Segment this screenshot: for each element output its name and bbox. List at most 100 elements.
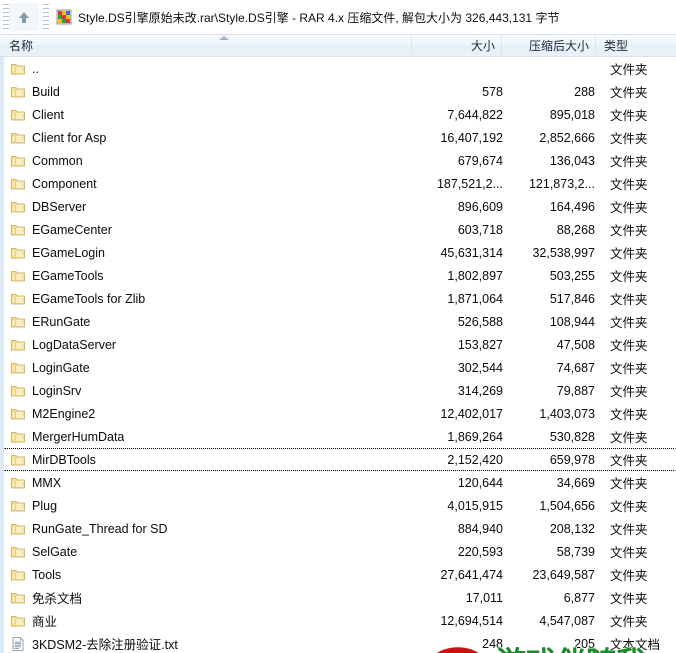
- cell-type: 文件夹: [610, 270, 648, 284]
- column-header-type[interactable]: 类型: [596, 35, 676, 56]
- cell-type: 文件夹: [610, 500, 648, 514]
- file-list-rows: .. 文件夹 Build 578 288 文件夹 Client 7,644,822 895,01…: [4, 57, 676, 653]
- table-row[interactable]: MMX 120,644 34,669 文件夹: [4, 471, 676, 494]
- cell-packed-size: 6,877: [563, 590, 595, 605]
- table-row[interactable]: MirDBTools 2,152,420 659,978 文件夹: [4, 448, 676, 471]
- cell-type: 文件夹: [610, 546, 648, 560]
- cell-packed-size: 659,978: [549, 452, 595, 467]
- cell-size: 578: [482, 84, 503, 99]
- cell-name: ..: [5, 58, 417, 79]
- table-row[interactable]: 3KDSM2-去除注册验证.txt 248 205 文本文档: [4, 632, 676, 653]
- folder-icon: [10, 199, 26, 215]
- cell-type: 文件夹: [610, 385, 648, 399]
- cell-packed-size: 205: [574, 636, 595, 651]
- folder-icon: [10, 613, 26, 629]
- cell-size: 896,609: [457, 199, 503, 214]
- file-name-label: SelGate: [32, 544, 78, 559]
- column-header-size[interactable]: 大小: [412, 35, 502, 56]
- folder-icon: [10, 176, 26, 192]
- column-header-name[interactable]: 名称: [0, 35, 412, 56]
- folder-icon: [10, 107, 26, 123]
- table-row[interactable]: LoginSrv 314,269 79,887 文件夹: [4, 379, 676, 402]
- cell-name: Plug: [5, 495, 417, 516]
- file-name-label: RunGate_Thread for SD: [32, 521, 168, 536]
- folder-icon: [10, 268, 26, 284]
- file-name-label: M2Engine2: [32, 406, 96, 421]
- file-name-label: 商业: [32, 615, 58, 629]
- table-row[interactable]: Component 187,521,2... 121,873,2... 文件夹: [4, 172, 676, 195]
- column-header-packed-size[interactable]: 压缩后大小: [502, 35, 596, 56]
- cell-name: RunGate_Thread for SD: [5, 518, 417, 539]
- table-row[interactable]: MergerHumData 1,869,264 530,828 文件夹: [4, 425, 676, 448]
- cell-packed-size: 74,687: [556, 360, 595, 375]
- winrar-icon: [56, 9, 72, 25]
- table-row[interactable]: Build 578 288 文件夹: [4, 80, 676, 103]
- cell-packed-size: [507, 58, 601, 79]
- table-row[interactable]: 免杀文档 17,011 6,877 文件夹: [4, 586, 676, 609]
- table-row[interactable]: Client 7,644,822 895,018 文件夹: [4, 103, 676, 126]
- file-name-label: ..: [32, 61, 39, 76]
- table-row[interactable]: Plug 4,015,915 1,504,656 文件夹: [4, 494, 676, 517]
- cell-type: 文件夹: [610, 431, 648, 445]
- cell-name: 商业: [5, 610, 417, 631]
- address-bar-grip[interactable]: [43, 4, 49, 30]
- cell-type: 文件夹: [610, 477, 648, 491]
- table-row[interactable]: DBServer 896,609 164,496 文件夹: [4, 195, 676, 218]
- cell-packed-size: 4,547,087: [539, 613, 595, 628]
- folder-icon: [10, 314, 26, 330]
- cell-size: 1,871,064: [447, 291, 503, 306]
- table-row[interactable]: EGameCenter 603,718 88,268 文件夹: [4, 218, 676, 241]
- cell-packed-size: 34,669: [556, 475, 595, 490]
- cell-name: EGameTools for Zlib: [5, 288, 417, 309]
- table-row[interactable]: Common 679,674 136,043 文件夹: [4, 149, 676, 172]
- table-row[interactable]: Tools 27,641,474 23,649,587 文件夹: [4, 563, 676, 586]
- table-row[interactable]: SelGate 220,593 58,739 文件夹: [4, 540, 676, 563]
- table-row[interactable]: Client for Asp 16,407,192 2,852,666 文件夹: [4, 126, 676, 149]
- cell-packed-size: 79,887: [556, 383, 595, 398]
- file-name-label: MergerHumData: [32, 429, 125, 444]
- folder-icon: [10, 406, 26, 422]
- table-row[interactable]: EGameTools for Zlib 1,871,064 517,846 文件夹: [4, 287, 676, 310]
- folder-icon: [10, 590, 26, 606]
- cell-type: 文件夹: [610, 569, 648, 583]
- cell-packed-size: 58,739: [556, 544, 595, 559]
- cell-name: ERunGate: [5, 311, 417, 332]
- cell-type: 文件夹: [610, 109, 648, 123]
- table-row[interactable]: RunGate_Thread for SD 884,940 208,132 文件夹: [4, 517, 676, 540]
- cell-name: Build: [5, 81, 417, 102]
- file-name-label: Tools: [32, 567, 62, 582]
- file-name-label: Plug: [32, 498, 58, 513]
- folder-icon: [10, 521, 26, 537]
- toolbar: Style.DS引擎原始未改.rar\Style.DS引擎 - RAR 4.x …: [0, 0, 676, 35]
- address-text: Style.DS引擎原始未改.rar\Style.DS引擎 - RAR 4.x …: [78, 10, 560, 25]
- table-row[interactable]: EGameLogin 45,631,314 32,538,997 文件夹: [4, 241, 676, 264]
- cell-name: Common: [5, 150, 417, 171]
- cell-packed-size: 517,846: [549, 291, 595, 306]
- cell-name: Client for Asp: [5, 127, 417, 148]
- table-row[interactable]: LoginGate 302,544 74,687 文件夹: [4, 356, 676, 379]
- cell-type: 文件夹: [610, 362, 648, 376]
- cell-size: 248: [482, 636, 503, 651]
- cell-size: 1,802,897: [447, 268, 503, 283]
- table-row[interactable]: ERunGate 526,588 108,944 文件夹: [4, 310, 676, 333]
- cell-packed-size: 32,538,997: [532, 245, 595, 260]
- cell-size: 1,869,264: [447, 429, 503, 444]
- table-row[interactable]: 商业 12,694,514 4,547,087 文件夹: [4, 609, 676, 632]
- cell-packed-size: 2,852,666: [539, 130, 595, 145]
- cell-size: [417, 58, 507, 79]
- table-row[interactable]: M2Engine2 12,402,017 1,403,073 文件夹: [4, 402, 676, 425]
- address-bar[interactable]: Style.DS引擎原始未改.rar\Style.DS引擎 - RAR 4.x …: [51, 4, 676, 30]
- file-list[interactable]: .. 文件夹 Build 578 288 文件夹 Client 7,644,822 895,01…: [0, 57, 676, 653]
- file-name-label: 3KDSM2-去除注册验证.txt: [32, 638, 178, 652]
- table-row[interactable]: EGameTools 1,802,897 503,255 文件夹: [4, 264, 676, 287]
- cell-size: 12,402,017: [440, 406, 503, 421]
- up-one-level-button[interactable]: [9, 3, 39, 31]
- cell-type: 文件夹: [610, 592, 648, 606]
- column-header-type-label: 类型: [604, 39, 629, 53]
- folder-icon: [10, 130, 26, 146]
- cell-name: 3KDSM2-去除注册验证.txt: [5, 633, 417, 653]
- table-row[interactable]: LogDataServer 153,827 47,508 文件夹: [4, 333, 676, 356]
- cell-size: 7,644,822: [447, 107, 503, 122]
- table-row[interactable]: .. 文件夹: [4, 57, 676, 80]
- cell-type: 文件夹: [610, 201, 648, 215]
